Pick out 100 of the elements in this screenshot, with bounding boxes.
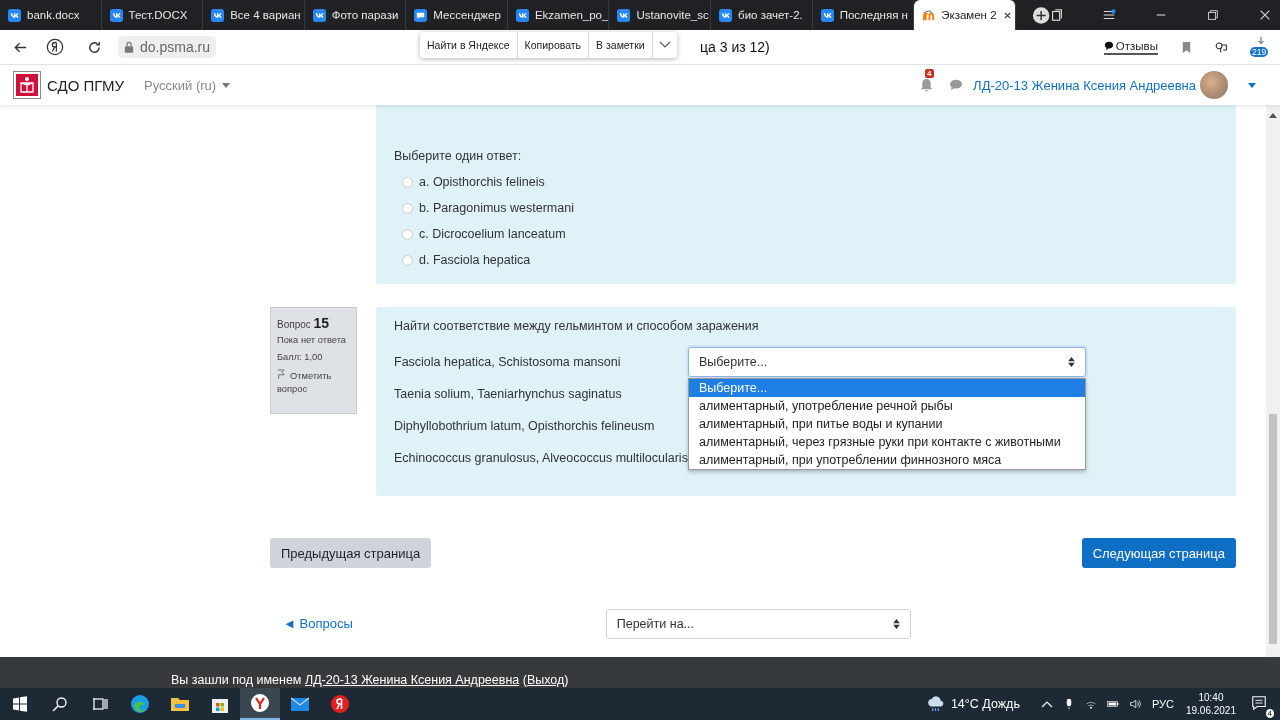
vk-icon [515,8,529,22]
question-mark: Балл: 1,00 [277,352,324,362]
answer-prompt: Выберите один ответ: [394,149,523,163]
user-name[interactable]: ЛД-20-13 Женина Ксения Андреевна [973,77,1196,93]
address-field[interactable]: do.psma.ru [118,36,217,58]
clock[interactable]: 10:40 19.06.2021 [1185,691,1236,717]
vk-icon [719,8,733,22]
dropdown-option[interactable]: алиментарный, употребление речной рыбы [689,397,1085,415]
match-stem: Echinococcus granulosus, Alveococcus multilocularis [394,451,688,465]
login-info: Вы зашли под именем ЛД-20-13 Женина Ксения Андреевна (Выход) [171,673,569,688]
key-icon[interactable] [1215,40,1228,54]
previous-page-button[interactable]: Предыдущая страница [270,538,432,568]
moodle-icon [922,8,936,22]
search-icon[interactable] [52,696,68,712]
user-avatar[interactable] [1200,71,1228,99]
notification-badge: 4 [925,68,934,78]
site-name[interactable]: СДО ПГМУ [47,76,125,94]
answer-select[interactable]: Выберите... [688,347,1086,377]
notifications-icon[interactable] [1251,694,1267,711]
menu-button[interactable]: В заметки [589,32,653,58]
edge-icon [130,694,150,714]
browser-tab[interactable]: био зачет-2. [711,0,813,30]
download-badge: 219 [1250,47,1269,57]
volume-icon[interactable] [1128,698,1141,710]
vk-icon [617,8,631,22]
radio-button[interactable] [402,176,413,188]
option-label[interactable]: b. Paragonimus westermani [419,201,574,215]
vk-icon [8,8,21,22]
close-icon[interactable] [1002,10,1012,20]
chat-icon [414,8,428,22]
browser-tab[interactable]: Фото парази [304,0,407,30]
caret-icon[interactable] [1248,82,1256,88]
logo-icon[interactable] [13,71,41,99]
bookmark-icon[interactable] [1180,40,1193,54]
match-stem: Fasciola hepatica, Schistosoma mansoni [394,355,622,369]
restore-icon[interactable] [1206,8,1221,22]
dropdown-option[interactable]: алиментарный, через грязные руки при контакте с животными [689,433,1085,451]
browser-tab[interactable]: Ekzamen_po_ [507,0,610,30]
option-label[interactable]: c. Dicrocoelium lanceatum [419,227,566,241]
question-number: Вопрос 15 [277,315,331,331]
chat-icon[interactable] [949,79,964,91]
radio-button[interactable] [402,202,413,214]
logout-link[interactable]: Выход [526,673,565,687]
battery-icon[interactable] [1106,698,1119,710]
user-link[interactable]: ЛД-20-13 Женина Ксения Андреевна [304,673,520,687]
caret-icon [222,82,231,88]
scroll-up-icon[interactable] [1269,113,1277,118]
input-language[interactable]: РУС [1151,698,1174,710]
lock-icon [124,41,134,53]
yandex-icon[interactable] [46,38,64,56]
chevron-icon[interactable] [658,41,671,49]
menu-button[interactable]: Копировать [517,32,590,58]
rain-cloud-icon[interactable] [925,695,945,713]
flag-question-link[interactable]: Отметить вопрос [277,369,352,397]
vk-icon [312,8,326,22]
taskbar-app[interactable] [240,688,280,720]
match-stem: Taenia solium, Taeniarhynchus saginatus [394,387,623,401]
question-text: Найти соответствие между гельминтом и способом заражения [394,319,760,333]
dropdown-option[interactable]: алиментарный, при употреблении финнозного мяса [689,451,1085,469]
tabs-icon[interactable] [1050,8,1065,22]
vk-icon [109,8,123,22]
menu-icon[interactable] [1102,8,1117,22]
dropdown-option[interactable]: Выберите... [689,379,1085,397]
windows-icon[interactable] [12,696,28,712]
browser-tab[interactable]: Тест.DOCX [101,0,204,30]
flag-icon [277,369,285,379]
vk-icon [820,8,834,22]
browser-tab[interactable]: Все 4 вариан [203,0,305,30]
radio-button[interactable] [402,228,413,240]
vk-icon [211,8,225,22]
menu-button[interactable]: Найти в Яндексе [420,32,518,58]
option-label[interactable]: a. Opisthorchis felineis [419,175,545,189]
questions-link[interactable]: ◄ Вопросы [283,616,353,631]
weather-text[interactable]: 14°C Дождь [950,697,1020,711]
language-menu[interactable]: Русский (ru) [144,77,231,93]
answer-status: Пока нет ответа [277,335,347,345]
browser-icon [250,693,270,713]
reload-icon[interactable] [87,39,102,55]
jump-select[interactable]: Перейти на... [605,608,911,639]
option-label[interactable]: d. Fasciola hepatica [419,253,531,267]
select-arrows-icon [892,618,900,629]
download-icon[interactable] [1256,36,1266,46]
page-title: ца 3 из 12) [700,39,770,55]
browser-tab[interactable]: Ustanovite_sc [609,0,712,30]
select-arrows-icon [1068,357,1075,367]
scroll-thumb[interactable] [1269,414,1277,644]
notification-count: 4 [1265,708,1274,718]
task-view-icon[interactable] [92,696,108,712]
new-tab-icon[interactable] [1031,5,1051,25]
browser-tab[interactable]: bank.docx [0,0,102,30]
bell-icon[interactable] [920,77,934,93]
scrollbar[interactable] [1266,105,1280,657]
match-stem: Diphyllobothrium latum, Opisthorchis felineusm [394,419,656,433]
next-page-button[interactable]: Следующая страница [1081,538,1236,568]
browser-tab[interactable]: Экзамен 2 [914,0,1016,30]
dropdown-option[interactable]: алиментарный, при питье воды и купании [689,415,1085,433]
radio-button[interactable] [402,254,413,266]
speech-bubble-icon [1103,40,1114,51]
feedback-button[interactable]: Отзывы [1103,39,1158,55]
browser-tab[interactable]: Мессенджер [406,0,508,30]
